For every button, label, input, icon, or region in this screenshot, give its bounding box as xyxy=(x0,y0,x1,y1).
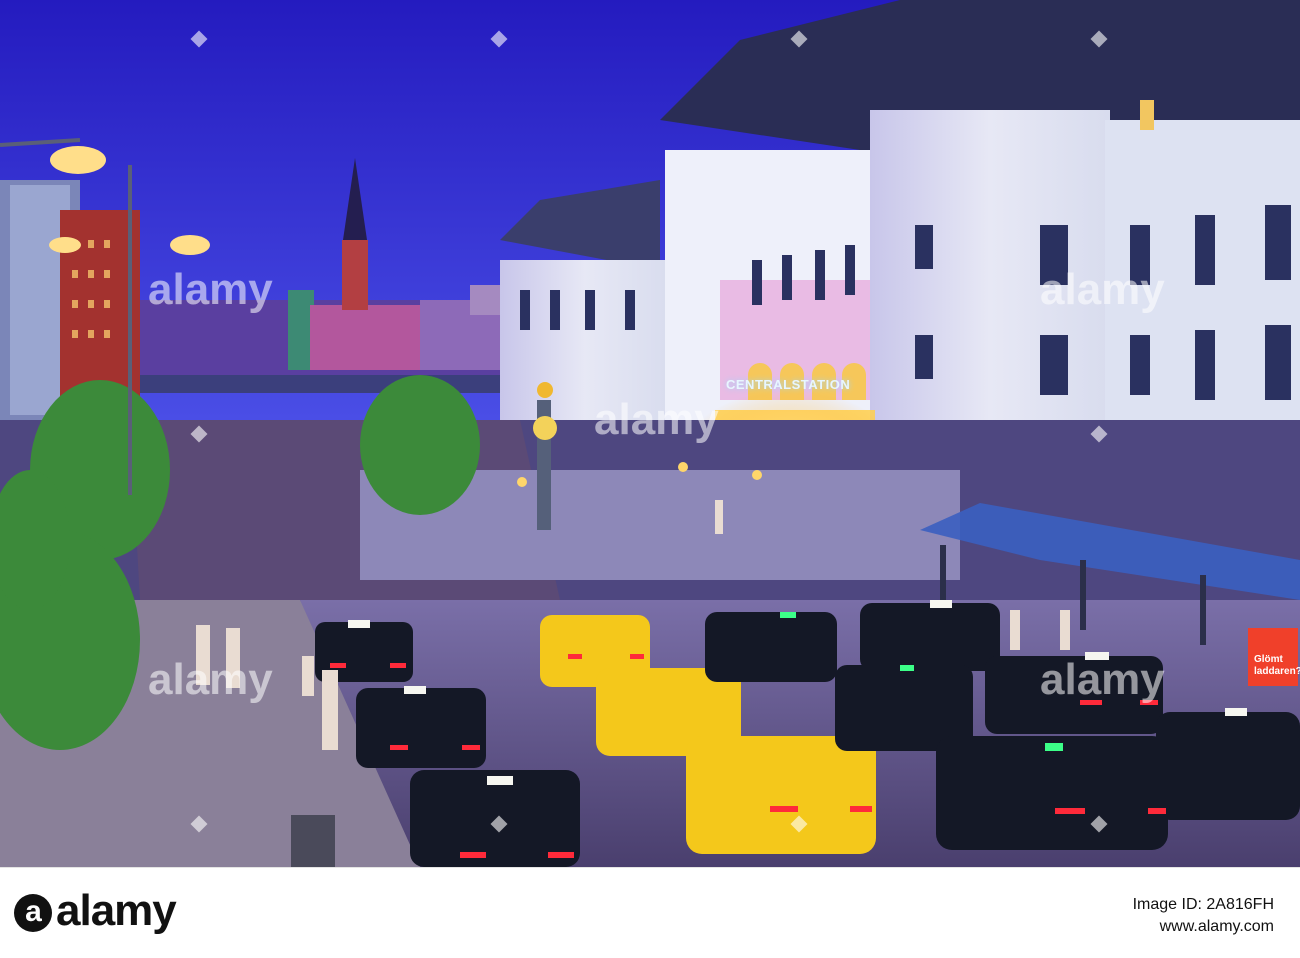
site-url[interactable]: www.alamy.com xyxy=(1160,918,1274,936)
stock-footer: a alamy Image ID: 2A816FH www.alamy.com xyxy=(0,867,1300,958)
stockholm-central-station-photo: CENTRALSTATION Glömt laddaren? alamy ala… xyxy=(0,0,1300,867)
alamy-a-icon: a xyxy=(14,894,52,932)
trash-bin xyxy=(291,815,335,867)
alamy-logo[interactable]: a alamy xyxy=(14,886,177,936)
advert-banner-text: Glömt laddaren? xyxy=(1254,654,1300,677)
alamy-logo-text: alamy xyxy=(56,886,177,935)
image-id: Image ID: 2A816FH xyxy=(1132,896,1274,913)
station-sign: CENTRALSTATION xyxy=(726,377,851,392)
